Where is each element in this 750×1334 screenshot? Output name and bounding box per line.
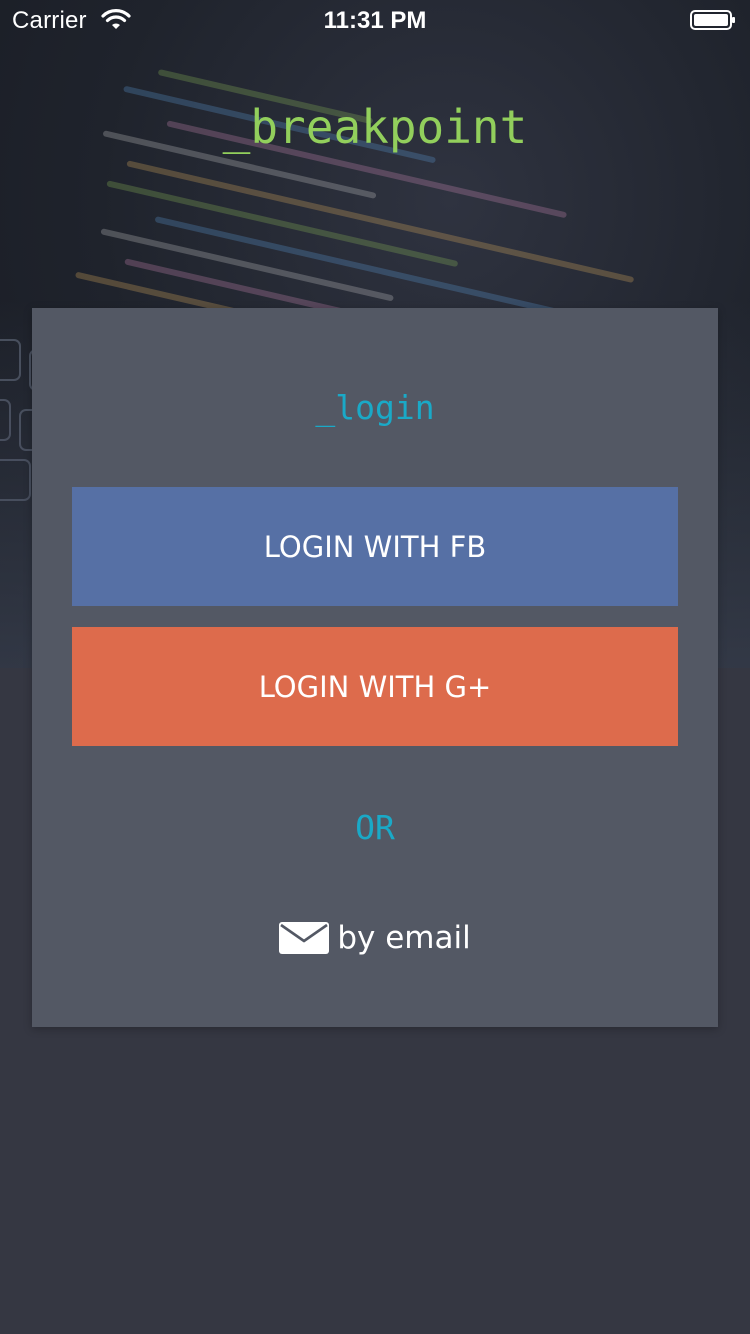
app-title: _breakpoint <box>222 100 528 154</box>
status-time: 11:31 PM <box>323 7 427 34</box>
login-google-label: LOGIN WITH G+ <box>258 669 492 704</box>
mail-icon <box>279 922 330 954</box>
login-title: _login <box>315 388 435 427</box>
battery-icon <box>690 10 735 30</box>
login-email-button[interactable]: by email <box>32 914 718 962</box>
login-email-label: by email <box>337 920 471 956</box>
login-card: _login LOGIN WITH FB LOGIN WITH G+ OR by… <box>32 308 718 1027</box>
login-google-button[interactable]: LOGIN WITH G+ <box>72 627 678 746</box>
status-bar: Carrier 11:31 PM <box>0 0 750 40</box>
or-separator: OR <box>355 808 395 847</box>
login-facebook-label: LOGIN WITH FB <box>263 529 487 564</box>
login-facebook-button[interactable]: LOGIN WITH FB <box>72 487 678 606</box>
